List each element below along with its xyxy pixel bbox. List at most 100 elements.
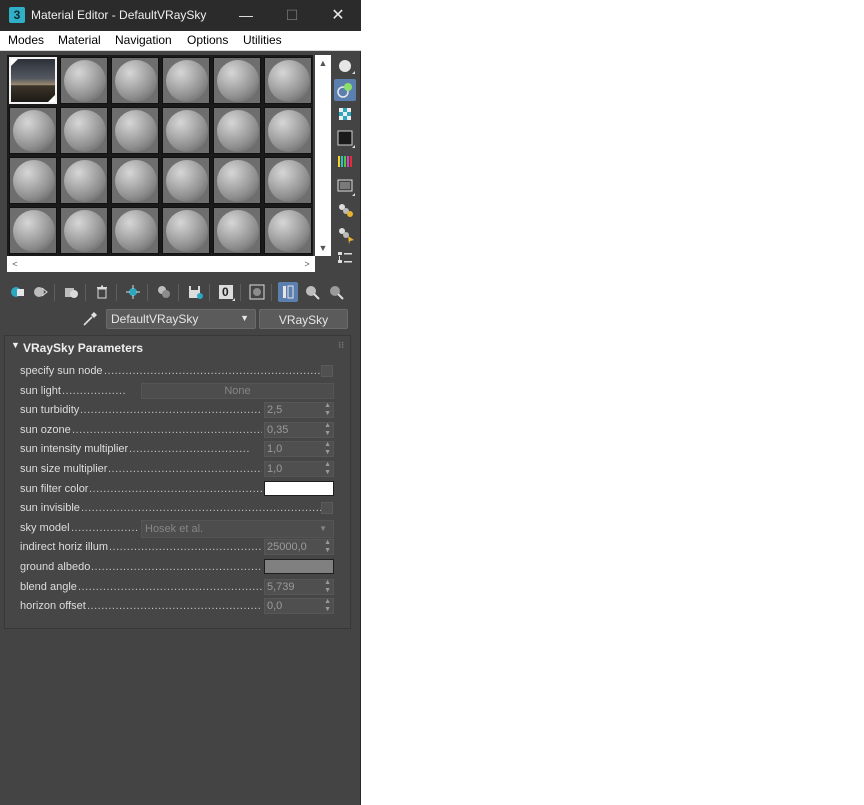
- sample-slot[interactable]: [111, 107, 159, 154]
- param-dropdown[interactable]: Hosek et al. ▼: [141, 520, 334, 538]
- spinner-arrows-icon[interactable]: ▲ ▼: [324, 441, 331, 457]
- minimize-button[interactable]: —: [223, 0, 269, 31]
- sample-slot[interactable]: [264, 207, 312, 254]
- param-picker-button[interactable]: None: [141, 383, 334, 399]
- drag-grip-icon[interactable]: ⁝⁝: [338, 340, 344, 351]
- maximize-button[interactable]: ☐: [269, 0, 315, 31]
- spinner-arrows-icon[interactable]: ▲ ▼: [324, 402, 331, 418]
- pick-material-from-object-button[interactable]: [81, 310, 99, 328]
- sample-slot[interactable]: [60, 207, 108, 254]
- active-sample-slot[interactable]: [9, 57, 57, 104]
- sample-slot[interactable]: [213, 157, 261, 204]
- assign-to-selection-button[interactable]: [61, 282, 81, 302]
- sample-slot[interactable]: [264, 157, 312, 204]
- param-checkbox[interactable]: [321, 502, 333, 514]
- sample-slot[interactable]: [213, 57, 261, 104]
- reset-map-button[interactable]: [92, 282, 112, 302]
- horizontal-scrollbar[interactable]: < >: [7, 256, 315, 272]
- menu-navigation[interactable]: Navigation: [115, 33, 172, 47]
- sample-slot[interactable]: [60, 157, 108, 204]
- sample-slot[interactable]: [9, 207, 57, 254]
- show-shaded-in-viewport-button[interactable]: [247, 282, 267, 302]
- make-preview-icon: [337, 179, 355, 196]
- close-button[interactable]: ✕: [315, 0, 361, 31]
- param-spinner[interactable]: 5,739 ▲ ▼: [264, 579, 334, 595]
- sample-slot[interactable]: [60, 107, 108, 154]
- sample-sphere: [115, 210, 157, 252]
- param-color-swatch[interactable]: [264, 559, 334, 574]
- put-to-library-button[interactable]: [154, 282, 174, 302]
- material-name-row: DefaultVRaySky ▼ VRaySky: [0, 309, 361, 331]
- sample-slot[interactable]: [162, 207, 210, 254]
- show-shaded-in-viewport-icon: [249, 284, 265, 300]
- sample-slot[interactable]: [162, 57, 210, 104]
- scroll-left-arrow-icon[interactable]: <: [7, 256, 23, 272]
- param-spinner[interactable]: 2,5 ▲ ▼: [264, 402, 334, 418]
- select-by-material-button[interactable]: [334, 223, 356, 245]
- param-spinner[interactable]: 25000,0 ▲ ▼: [264, 539, 334, 555]
- sample-slot[interactable]: [60, 57, 108, 104]
- sample-slot[interactable]: [213, 207, 261, 254]
- sample-slot[interactable]: [111, 157, 159, 204]
- sample-slot[interactable]: [264, 107, 312, 154]
- param-checkbox[interactable]: [321, 365, 333, 377]
- sample-slot[interactable]: [111, 57, 159, 104]
- menu-bar: Modes Material Navigation Options Utilit…: [0, 31, 361, 51]
- title-bar[interactable]: 3 Material Editor - DefaultVRaySky — ☐ ✕: [0, 0, 361, 31]
- backlight-button[interactable]: [334, 79, 356, 101]
- param-label: indirect horiz illum: [20, 541, 109, 553]
- rollout-header[interactable]: ▼ VRaySky Parameters ⁝⁝: [5, 336, 350, 358]
- scroll-up-arrow-icon[interactable]: ▲: [315, 55, 331, 71]
- param-leader-dots: ........................................…: [80, 404, 262, 416]
- spinner-arrows-icon[interactable]: ▲ ▼: [324, 598, 331, 614]
- material-name-value: DefaultVRaySky: [111, 312, 199, 326]
- param-leader-dots: ...................: [71, 522, 139, 534]
- make-unique-button[interactable]: [123, 282, 143, 302]
- select-by-material-icon: [339, 228, 354, 244]
- material-id-channel-button[interactable]: 0: [216, 282, 236, 302]
- sample-slot[interactable]: [162, 157, 210, 204]
- sample-type-sphere-button[interactable]: [334, 55, 356, 77]
- video-color-check-button[interactable]: [334, 151, 356, 173]
- sample-slot[interactable]: [264, 57, 312, 104]
- get-material-button[interactable]: [8, 282, 28, 302]
- param-label: ground albedo: [20, 561, 91, 573]
- sample-slot[interactable]: [9, 107, 57, 154]
- spinner-arrows-icon[interactable]: ▲ ▼: [324, 579, 331, 595]
- scroll-down-arrow-icon[interactable]: ▼: [315, 240, 331, 256]
- sample-slot[interactable]: [162, 107, 210, 154]
- menu-material[interactable]: Material: [58, 33, 101, 47]
- param-spinner[interactable]: 1,0 ▲ ▼: [264, 461, 334, 477]
- param-spinner[interactable]: 0,35 ▲ ▼: [264, 422, 334, 438]
- material-map-navigator-button[interactable]: [334, 247, 356, 269]
- param-color-swatch[interactable]: [264, 481, 334, 496]
- menu-options[interactable]: Options: [187, 33, 228, 47]
- spinner-arrows-icon[interactable]: ▲ ▼: [324, 461, 331, 477]
- go-to-parent-button[interactable]: [302, 282, 322, 302]
- slot-corner-marker: [11, 59, 18, 66]
- go-forward-to-sibling-button[interactable]: [326, 282, 346, 302]
- show-end-result-button[interactable]: [278, 282, 298, 302]
- param-row: ground albedo...........................…: [20, 559, 338, 577]
- material-options-button[interactable]: [334, 199, 356, 221]
- spinner-arrows-icon[interactable]: ▲ ▼: [324, 422, 331, 438]
- param-spinner[interactable]: 1,0 ▲ ▼: [264, 441, 334, 457]
- menu-utilities[interactable]: Utilities: [243, 33, 282, 47]
- spinner-arrows-icon[interactable]: ▲ ▼: [324, 539, 331, 555]
- toolbar-separator: [85, 284, 86, 301]
- sample-slot[interactable]: [213, 107, 261, 154]
- save-to-library-button[interactable]: [185, 282, 205, 302]
- scroll-right-arrow-icon[interactable]: >: [299, 256, 315, 272]
- sample-uv-tiling-button[interactable]: [334, 127, 356, 149]
- background-checker-button[interactable]: [334, 103, 356, 125]
- material-type-button[interactable]: VRaySky: [259, 309, 348, 329]
- menu-modes[interactable]: Modes: [8, 33, 44, 47]
- put-to-scene-button[interactable]: [30, 282, 50, 302]
- vertical-scrollbar[interactable]: ▲ ▼: [315, 55, 331, 256]
- video-color-check-icon: [338, 156, 352, 167]
- param-spinner[interactable]: 0,0 ▲ ▼: [264, 598, 334, 614]
- make-preview-button[interactable]: [334, 175, 356, 197]
- sample-slot[interactable]: [111, 207, 159, 254]
- sample-slot[interactable]: [9, 157, 57, 204]
- material-name-dropdown[interactable]: DefaultVRaySky ▼: [106, 309, 256, 329]
